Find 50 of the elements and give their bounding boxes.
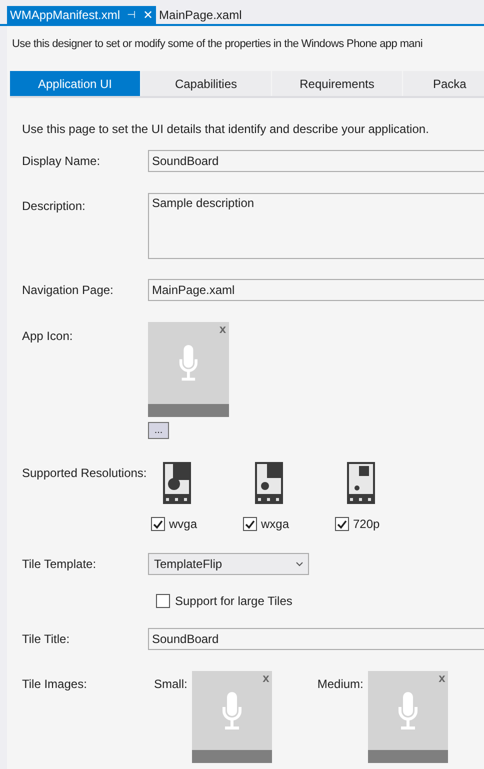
- pin-button[interactable]: ⊣: [127, 8, 136, 22]
- checkmark-icon: [337, 520, 347, 528]
- checkbox-label: wxga: [261, 516, 290, 533]
- document-tab[interactable]: WMAppManifest.xml ⊣ ✕: [7, 6, 156, 24]
- field-label: Tile Title:: [22, 631, 71, 648]
- field-label: Description:: [22, 198, 86, 215]
- description-field[interactable]: Sample description: [148, 193, 484, 259]
- checkbox-label: Support for large Tiles: [175, 593, 292, 610]
- document-tab[interactable]: MainPage.xaml: [156, 6, 245, 24]
- designer-description: Use this designer to set or modify some of the properties in the Windows Phone app mani: [11, 37, 424, 52]
- phone-resolution-icon: [255, 462, 283, 504]
- remove-button[interactable]: x: [262, 671, 270, 685]
- field-label: Tile Images:: [22, 676, 88, 693]
- navigation-page-field[interactable]: MainPage.xaml: [148, 279, 484, 301]
- microphone-icon: [178, 344, 199, 382]
- field-label: Navigation Page:: [22, 282, 114, 299]
- tile-template-dropdown[interactable]: TemplateFlip: [148, 553, 309, 575]
- phone-resolution-icon: [163, 462, 191, 504]
- remove-button[interactable]: x: [438, 671, 446, 685]
- page-description: Use this page to set the UI details that identify and describe your application.: [22, 121, 430, 138]
- close-button[interactable]: ✕: [143, 6, 154, 24]
- microphone-icon: [221, 690, 244, 730]
- tab[interactable]: Application UI: [10, 71, 140, 96]
- field-label: Tile Template:: [22, 556, 98, 573]
- checkbox[interactable]: [156, 594, 170, 608]
- checkbox[interactable]: [335, 517, 349, 531]
- microphone-icon: [397, 690, 420, 730]
- checkbox-label: wvga: [169, 516, 198, 533]
- field-label: App Icon:: [22, 328, 74, 345]
- tile-image[interactable]: x: [192, 671, 272, 763]
- tab[interactable]: Capabilities: [141, 71, 271, 96]
- tile-image[interactable]: x: [148, 322, 229, 417]
- checkmark-icon: [245, 520, 255, 528]
- display-name-field[interactable]: SoundBoard: [148, 150, 484, 172]
- phone-resolution-icon: [347, 462, 375, 504]
- tile-image[interactable]: x: [368, 671, 448, 763]
- checkbox-label: 720p: [353, 516, 380, 533]
- tab[interactable]: Requirements: [272, 71, 402, 96]
- checkmark-icon: [153, 520, 163, 528]
- browse-button[interactable]: ...: [148, 422, 169, 439]
- field-label: Display Name:: [22, 153, 102, 170]
- tile-size-label: Medium:: [317, 676, 364, 693]
- chevron-down-icon: [296, 562, 303, 566]
- remove-button[interactable]: x: [219, 322, 226, 336]
- field-label: Supported Resolutions:: [22, 465, 148, 482]
- tile-title-field[interactable]: SoundBoard: [148, 628, 484, 650]
- checkbox[interactable]: [151, 517, 165, 531]
- tile-size-label: Small:: [154, 676, 188, 693]
- checkbox[interactable]: [243, 517, 257, 531]
- tab[interactable]: Packa: [403, 71, 484, 96]
